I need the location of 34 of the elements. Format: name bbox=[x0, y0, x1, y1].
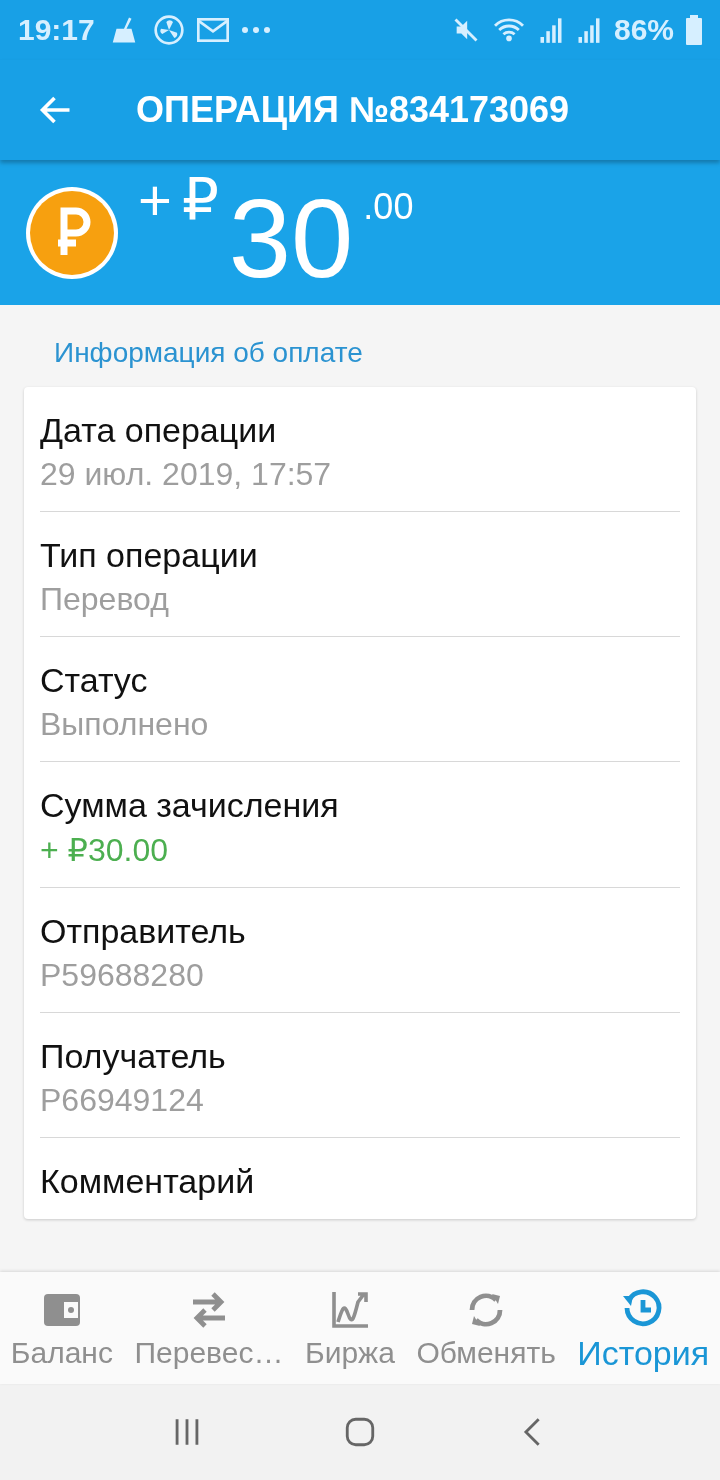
nav-tab[interactable]: История bbox=[577, 1283, 710, 1373]
field-label: Получатель bbox=[40, 1037, 227, 1076]
battery-icon bbox=[686, 15, 702, 45]
field-value: + ₽30.00 bbox=[40, 831, 169, 869]
mail-icon bbox=[196, 16, 229, 44]
amount-fraction: .00 bbox=[363, 188, 414, 225]
field-label: Отправитель bbox=[40, 912, 247, 951]
field-label: Сумма зачисления bbox=[40, 786, 340, 825]
field-label: Дата операции bbox=[40, 411, 278, 450]
section-title: Информация об оплате bbox=[53, 336, 364, 370]
field-label: Комментарий bbox=[40, 1162, 256, 1201]
field-value: P66949124 bbox=[40, 1082, 205, 1119]
field-value: 29 июл. 2019, 17:57 bbox=[40, 456, 333, 493]
fan-icon bbox=[152, 14, 185, 46]
wifi-icon bbox=[491, 16, 526, 44]
status-time: 19:17 bbox=[18, 13, 95, 47]
amount-value: 30 bbox=[228, 182, 354, 295]
field-value: Выполнено bbox=[40, 706, 210, 743]
nav-tab[interactable]: Перевес… bbox=[134, 1286, 284, 1370]
nav-tab[interactable]: Баланс bbox=[10, 1286, 113, 1370]
home-icon[interactable] bbox=[343, 1415, 377, 1449]
field-value: Перевод bbox=[40, 581, 170, 618]
amount-sign: + bbox=[138, 170, 172, 229]
field-label: Тип операции bbox=[40, 536, 259, 575]
screen-title: ОПЕРАЦИЯ №834173069 bbox=[136, 89, 570, 131]
nav-tab[interactable]: Обменять bbox=[416, 1286, 556, 1370]
ruble-coin-icon bbox=[24, 184, 120, 281]
currency-symbol: ₽ bbox=[181, 170, 219, 229]
more-dots-icon bbox=[240, 26, 271, 34]
field-value: P59688280 bbox=[40, 957, 205, 994]
battery-percent: 86% bbox=[613, 13, 674, 47]
field-label: Статус bbox=[40, 661, 149, 700]
mute-icon bbox=[451, 16, 480, 44]
nav-tab[interactable]: Биржа bbox=[304, 1286, 395, 1370]
